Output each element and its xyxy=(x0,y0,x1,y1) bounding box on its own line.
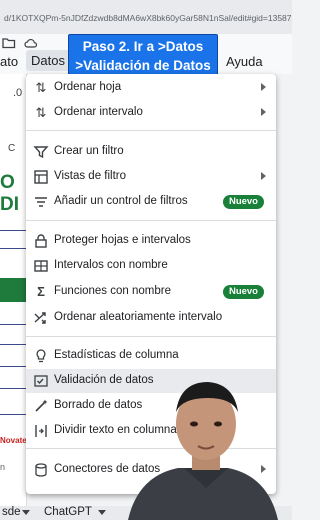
row-divider xyxy=(0,248,26,249)
shuffle-icon xyxy=(34,312,46,324)
chevron-down-icon[interactable] xyxy=(22,510,30,515)
menu-datos[interactable]: Datos xyxy=(26,50,70,71)
callout-line-1: Paso 2. Ir a >Datos xyxy=(82,39,204,54)
menu-item-label: Vistas de filtro xyxy=(54,170,127,182)
sort-icon: ⇅ xyxy=(35,105,47,120)
submenu-arrow-icon xyxy=(261,108,266,116)
spreadsheet-grid[interactable]: C .0 O DI Novate n xyxy=(0,74,27,506)
menu-item-label: Añadir un control de filtros xyxy=(54,195,188,207)
folder-icon[interactable] xyxy=(2,37,16,49)
menu-item-label: Ordenar intervalo xyxy=(54,106,143,118)
sheet-tab[interactable]: sde xyxy=(2,506,21,518)
menu-item-vistas-filtro[interactable]: Vistas de filtro xyxy=(26,165,276,189)
table-icon xyxy=(34,260,48,272)
submenu-arrow-icon xyxy=(261,83,266,91)
data-validation-icon xyxy=(34,375,48,387)
cloud-icon[interactable] xyxy=(24,37,38,49)
sigma-icon: Σ xyxy=(37,284,45,299)
sheet-tab-chatgpt[interactable]: ChatGPT xyxy=(44,506,92,518)
row-divider xyxy=(0,230,26,231)
new-badge: Nuevo xyxy=(222,195,264,209)
magic-wand-icon xyxy=(35,399,48,412)
menu-item-label: Intervalos con nombre xyxy=(54,259,168,271)
split-columns-icon xyxy=(35,425,47,437)
grid-icon xyxy=(34,170,48,184)
menu-item-crear-filtro[interactable]: Crear un filtro xyxy=(26,140,276,164)
menu-divider xyxy=(26,336,276,337)
decimal-button[interactable]: .0 xyxy=(13,87,22,99)
header-band xyxy=(0,278,26,302)
row-divider xyxy=(0,388,26,389)
menu-item-ordenar-hoja[interactable]: ⇅ Ordenar hoja xyxy=(26,76,276,100)
new-badge: Nuevo xyxy=(222,285,264,299)
browser-url-bar[interactable]: d/1KOTXQPm-5nJDfZdzwdb8dMA6wX8bk60yGar58… xyxy=(0,0,292,34)
lock-icon xyxy=(35,234,47,248)
menu-divider xyxy=(26,130,276,131)
menu-item-label: Ordenar hoja xyxy=(54,81,122,93)
tutorial-callout: Paso 2. Ir a >Datos >Validación de Datos xyxy=(68,34,218,76)
menu-item-control-filtros[interactable]: Añadir un control de filtros Nuevo xyxy=(26,190,276,214)
menu-archivo[interactable]: ato xyxy=(0,54,18,69)
menu-item-funciones-nombre[interactable]: Σ Funciones con nombre Nuevo xyxy=(26,280,276,304)
menu-item-label: Funciones con nombre xyxy=(54,285,171,297)
row-divider xyxy=(0,324,26,325)
url-text[interactable]: d/1KOTXQPm-5nJDfZdzwdb8dMA6wX8bk60yGar58… xyxy=(4,13,292,23)
cell-gray-text: n xyxy=(0,462,6,472)
menu-item-label: Proteger hojas e intervalos xyxy=(54,234,191,246)
chevron-down-icon[interactable] xyxy=(98,510,106,515)
cell-red-text: Novate xyxy=(0,436,27,445)
row-divider xyxy=(0,344,26,345)
menu-divider xyxy=(26,220,276,221)
lightbulb-icon xyxy=(36,349,46,363)
filter-icon xyxy=(33,146,49,159)
menu-item-label: Crear un filtro xyxy=(54,145,124,157)
row-divider xyxy=(0,366,26,367)
database-icon xyxy=(35,463,47,477)
sort-icon: ⇅ xyxy=(35,80,47,95)
menu-item-intervalos-nombre[interactable]: Intervalos con nombre xyxy=(26,254,276,278)
menu-item-estadisticas[interactable]: Estadísticas de columna xyxy=(26,344,276,368)
menu-item-proteger[interactable]: Proteger hojas e intervalos xyxy=(26,229,276,253)
sheet-title-fragment: O DI xyxy=(0,172,19,215)
submenu-arrow-icon xyxy=(261,172,266,180)
menu-item-label: Ordenar aleatoriamente intervalo xyxy=(54,311,223,323)
filter-list-icon xyxy=(35,197,47,207)
callout-line-2: >Validación de Datos xyxy=(75,58,211,73)
row-divider xyxy=(0,414,26,415)
menu-item-label: Estadísticas de columna xyxy=(54,349,179,361)
menu-item-ordenar-intervalo[interactable]: ⇅ Ordenar intervalo xyxy=(26,101,276,125)
presenter-webcam-overlay xyxy=(128,382,278,520)
column-header-c[interactable]: C xyxy=(8,143,15,154)
menu-ayuda[interactable]: Ayuda xyxy=(226,54,263,69)
menu-item-ordenar-aleatorio[interactable]: Ordenar aleatoriamente intervalo xyxy=(26,306,276,330)
